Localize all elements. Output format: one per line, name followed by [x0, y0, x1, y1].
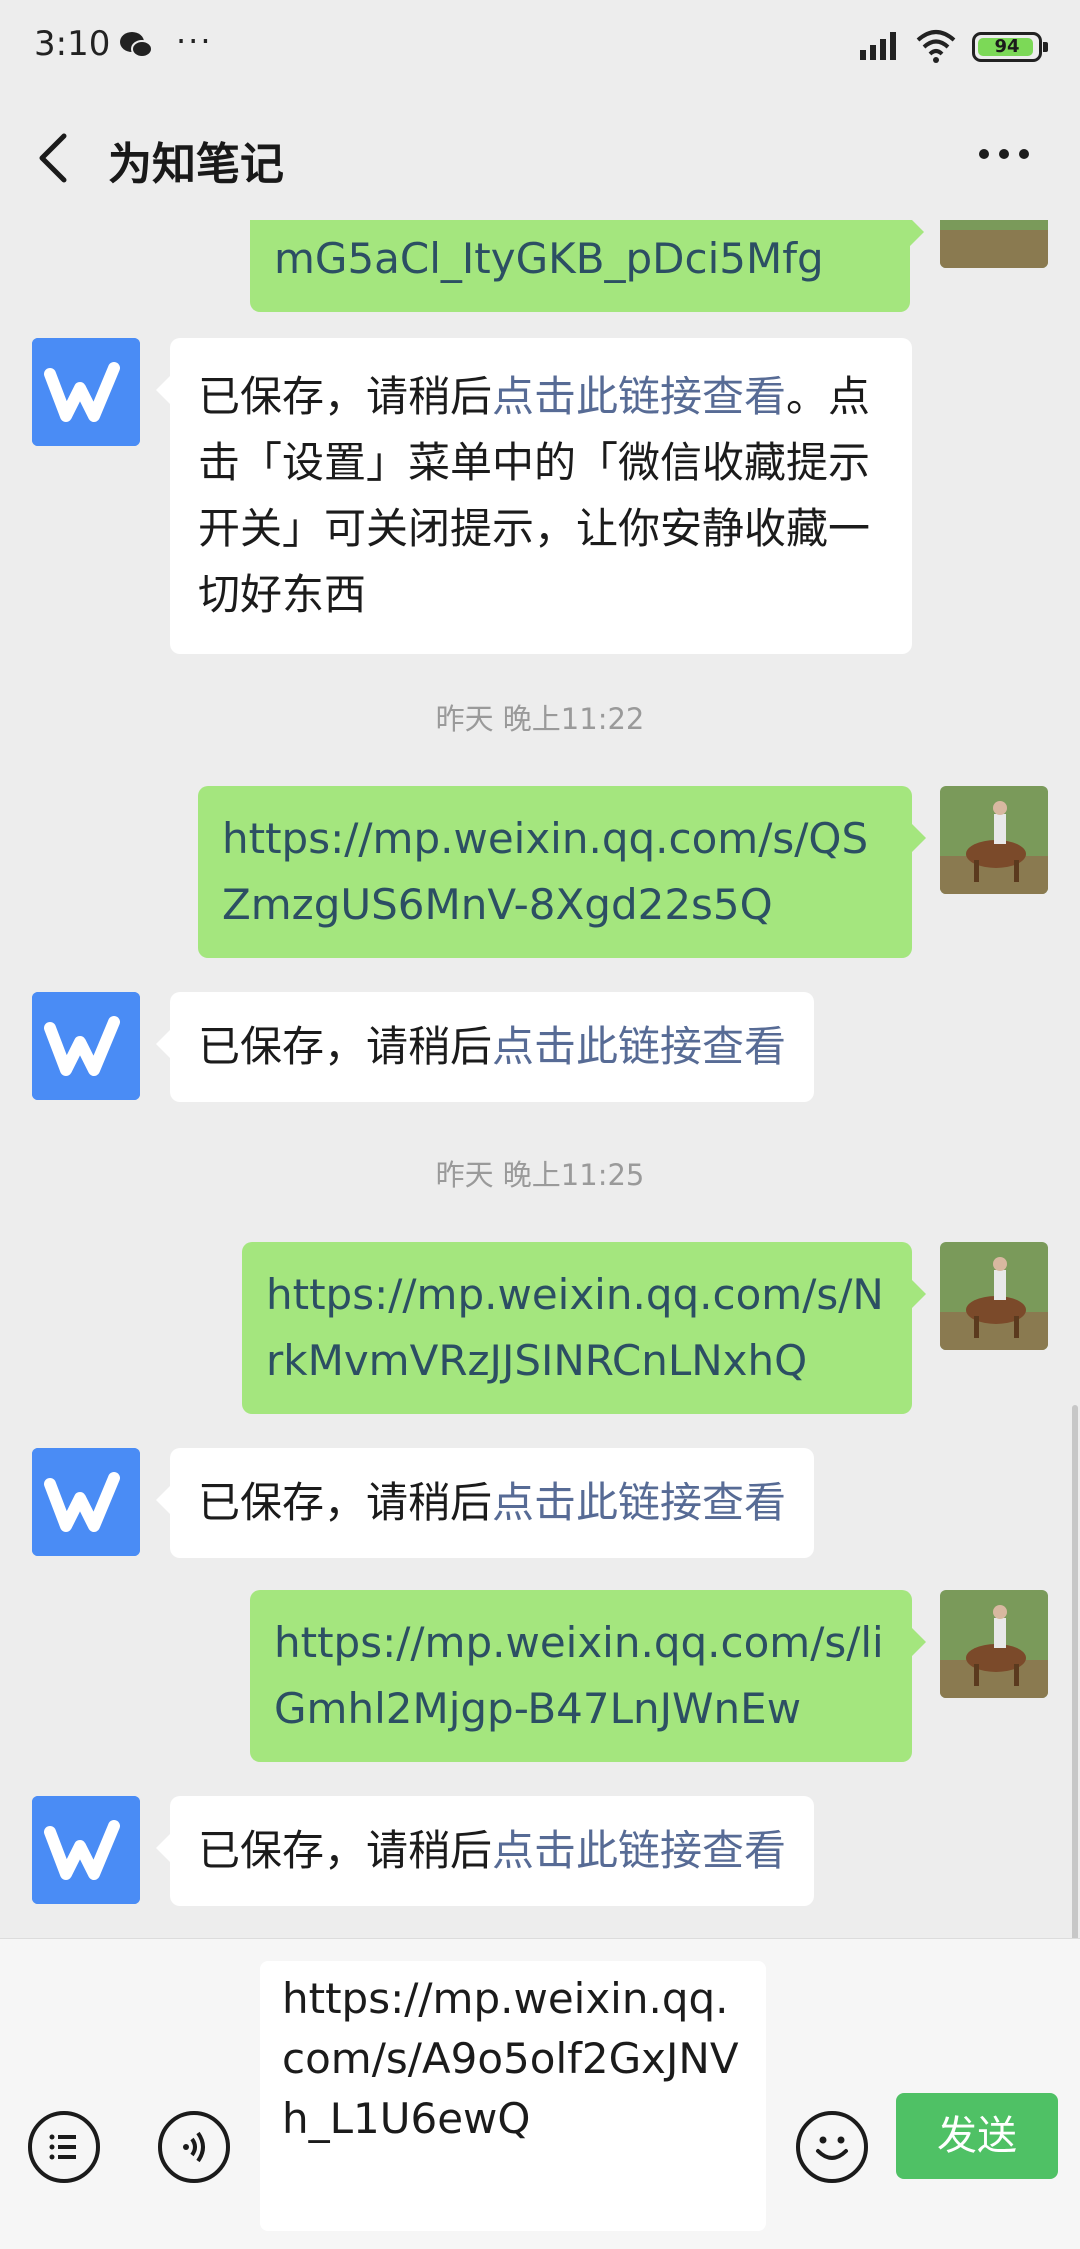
- back-icon[interactable]: [34, 130, 74, 186]
- message-text: https://mp.weixin.qq.com/s/NrkMvmVRzJJSI…: [266, 1270, 884, 1385]
- chat-header: 为知笔记: [0, 90, 1080, 220]
- status-bar: 3:10 ··· 94: [0, 0, 1080, 90]
- outgoing-message[interactable]: https://mp.weixin.qq.com/s/liGmhl2Mjgp-B…: [250, 1590, 926, 1762]
- incoming-message[interactable]: 已保存，请稍后点击此链接查看: [155, 1448, 815, 1558]
- message-text: 已保存，请稍后: [198, 1826, 493, 1875]
- horse-rider-icon: [940, 1242, 1048, 1350]
- horse-rider-icon: [940, 786, 1048, 894]
- message-text: https://mp.weixin.qq.com/s/QSZmzgUS6MnV-…: [222, 814, 869, 929]
- view-link[interactable]: 点击此链接查看: [492, 1478, 786, 1527]
- battery-level: 94: [994, 36, 1020, 57]
- send-button[interactable]: 发送: [896, 2093, 1058, 2179]
- voice-icon: [183, 2131, 205, 2163]
- wiz-note-avatar[interactable]: [32, 338, 140, 446]
- incoming-message[interactable]: 已保存，请稍后点击此链接查看: [155, 1796, 815, 1906]
- wiz-note-avatar[interactable]: [32, 1796, 140, 1904]
- timestamp: 昨天 晚上11:22: [435, 702, 645, 736]
- wiz-note-avatar[interactable]: [32, 1448, 140, 1556]
- outgoing-message[interactable]: https://mp.weixin.qq.com/s/NrkMvmVRzJJSI…: [242, 1242, 926, 1414]
- user-avatar[interactable]: [940, 1242, 1048, 1350]
- scrollbar[interactable]: [1072, 1405, 1078, 1938]
- battery-icon: 94: [972, 32, 1048, 62]
- wiz-logo-icon: [32, 1796, 140, 1904]
- message-text: 已保存，请稍后: [198, 372, 493, 421]
- message-text: mG5aCl_ItyGKB_pDci5Mfg: [274, 234, 824, 283]
- voice-button[interactable]: [158, 2111, 230, 2183]
- view-link[interactable]: 点击此链接查看: [492, 372, 786, 421]
- message-list[interactable]: mG5aCl_ItyGKB_pDci5Mfg 已保存，请稍后点击此链接查看。点击…: [0, 220, 1080, 1938]
- outgoing-message[interactable]: mG5aCl_ItyGKB_pDci5Mfg: [250, 220, 924, 312]
- chat-title: 为知笔记: [108, 139, 284, 190]
- timestamp: 昨天 晚上11:25: [435, 1158, 645, 1192]
- more-options-icon[interactable]: [976, 142, 1032, 166]
- wiz-logo-icon: [32, 338, 140, 446]
- message-input[interactable]: https://mp.weixin.qq.com/s/A9o5olf2GxJNV…: [260, 1961, 766, 2231]
- message-text: 已保存，请稍后: [198, 1022, 493, 1071]
- user-avatar[interactable]: [940, 1590, 1048, 1698]
- input-bar: https://mp.weixin.qq.com/s/A9o5olf2GxJNV…: [0, 1938, 1080, 2249]
- wiz-logo-icon: [32, 992, 140, 1100]
- user-avatar[interactable]: [940, 786, 1048, 894]
- list-icon: [49, 2134, 76, 2160]
- wiz-logo-icon: [32, 1448, 140, 1556]
- smiley-icon: [816, 2136, 848, 2160]
- menu-button[interactable]: [28, 2111, 100, 2183]
- emoji-button[interactable]: [796, 2111, 868, 2183]
- status-more-dots: ···: [176, 22, 213, 60]
- incoming-message[interactable]: 已保存，请稍后点击此链接查看。点击「设置」菜单中的「微信收藏提示开关」可关闭提示…: [156, 338, 912, 654]
- user-avatar[interactable]: [940, 220, 1048, 268]
- view-link[interactable]: 点击此链接查看: [492, 1022, 786, 1071]
- message-text: 已保存，请稍后: [198, 1478, 493, 1527]
- horse-rider-icon: [940, 1590, 1048, 1698]
- wechat-icon: [120, 32, 153, 58]
- status-time: 3:10: [34, 24, 111, 64]
- message-text: https://mp.weixin.qq.com/s/liGmhl2Mjgp-B…: [274, 1618, 884, 1733]
- signal-icon: [860, 32, 896, 60]
- horse-rider-icon: [940, 220, 1048, 268]
- incoming-message[interactable]: 已保存，请稍后点击此链接查看: [155, 992, 815, 1102]
- wifi-icon: [916, 30, 956, 63]
- wiz-note-avatar[interactable]: [32, 992, 140, 1100]
- view-link[interactable]: 点击此链接查看: [492, 1826, 786, 1875]
- outgoing-message[interactable]: https://mp.weixin.qq.com/s/QSZmzgUS6MnV-…: [198, 786, 926, 958]
